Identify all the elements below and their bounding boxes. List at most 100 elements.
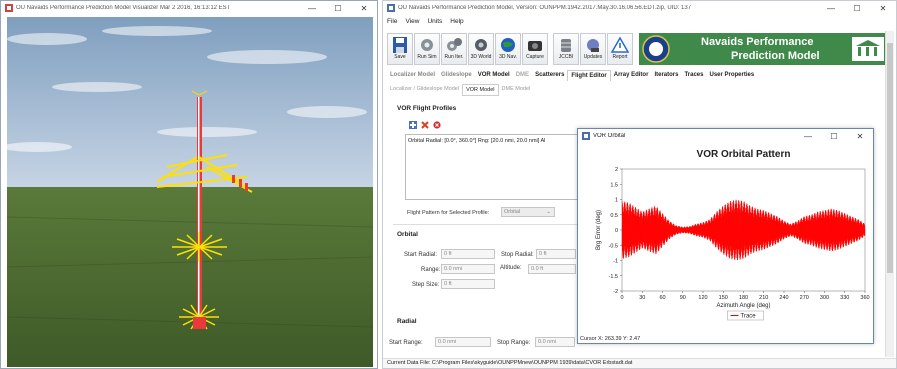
close-button[interactable]: ✕ <box>847 132 873 141</box>
menu-view[interactable]: View <box>401 18 423 28</box>
gear-icon <box>421 39 433 51</box>
pattern-label: Flight Pattern for Selected Profile: <box>407 210 490 216</box>
main-titlebar: OU Navaids Performance Prediction Model,… <box>383 1 896 15</box>
start-radial-field[interactable]: 0 ft <box>441 249 495 259</box>
subtab-localizer-glideslope[interactable]: Localizer / Glideslope Model <box>387 84 462 96</box>
updates-button[interactable]: Updates <box>580 33 606 65</box>
divider <box>393 224 593 225</box>
y-axis-label: Brg Error (deg) <box>596 210 602 250</box>
warning-triangle-icon <box>610 36 630 53</box>
range-label: Range: <box>421 267 441 273</box>
step-size-field[interactable]: 0 ft <box>441 279 495 289</box>
visualizer-titlebar: OU Navaids Performance Prediction Model … <box>1 1 377 15</box>
x-tick-label: 210 <box>759 295 768 301</box>
minimize-button[interactable]: — <box>795 132 821 141</box>
3d-scene[interactable] <box>7 17 373 367</box>
vor-orbital-chart[interactable]: VOR Orbital Pattern 2 1.5 1 0.5 0 -0.5 -1 -1.5 -2… <box>578 143 873 333</box>
start-range-field[interactable]: 0.0 nmi <box>435 337 491 347</box>
clear-profiles-icon[interactable] <box>433 121 441 129</box>
navaids-logo-banner: Navaids Performance Prediction Model <box>639 33 889 65</box>
university-logo-icon <box>852 37 884 61</box>
pattern-select[interactable]: Orbital ⌄ <box>501 207 555 217</box>
stop-radial-field[interactable]: 0 ft <box>536 249 576 259</box>
maximize-button[interactable]: ☐ <box>325 4 351 13</box>
vertical-scrollbar[interactable] <box>885 31 894 357</box>
tab-vor-model[interactable]: VOR Model <box>475 70 513 81</box>
tab-glideslope[interactable]: Glideslope <box>438 70 475 81</box>
orbital-titlebar: VOR Orbital — ☐ ✕ <box>578 129 873 143</box>
x-tick-label: 90 <box>680 295 686 301</box>
sub-tabs: Localizer / Glideslope Model VOR Model D… <box>387 84 533 96</box>
visualizer-window: OU Navaids Performance Prediction Model … <box>0 0 378 369</box>
chart-title: VOR Orbital Pattern <box>697 149 791 160</box>
close-button[interactable]: ✕ <box>870 4 896 13</box>
status-bar: Current Data File: C:\Program Files\skyg… <box>383 358 896 368</box>
x-tick-label: 240 <box>779 295 788 301</box>
maximize-button[interactable]: ☐ <box>821 132 847 141</box>
radial-section-title: Radial <box>397 318 417 325</box>
x-tick-label: 150 <box>719 295 728 301</box>
altitude-field[interactable]: 0.0 ft <box>528 264 576 274</box>
database-icon <box>561 39 571 52</box>
subtab-vor-model[interactable]: VOR Model <box>462 84 499 96</box>
vor-profiles-title: VOR Flight Profiles <box>397 105 457 112</box>
run-iter-button[interactable]: Run Iter. <box>441 33 467 65</box>
y-tick-label: 2 <box>615 167 618 173</box>
menu-help[interactable]: Help <box>446 18 467 28</box>
step-size-label: Step Size: <box>412 282 440 288</box>
3d-nav-button[interactable]: 3D Nav. <box>495 33 521 65</box>
tab-flight-editor[interactable]: Flight Editor <box>567 70 611 81</box>
minimize-button[interactable]: — <box>299 4 325 13</box>
tab-user-properties[interactable]: User Properties <box>706 70 757 81</box>
x-tick-label: 0 <box>620 295 623 301</box>
globe-gear-icon <box>475 39 487 51</box>
tab-localizer-model[interactable]: Localizer Model <box>387 70 438 81</box>
stop-range-label: Stop Range: <box>497 340 531 346</box>
gears-icon <box>447 38 462 51</box>
3d-world-button[interactable]: 3D World <box>468 33 494 65</box>
maximize-button[interactable]: ☐ <box>844 4 870 13</box>
profile-actions <box>409 121 441 129</box>
stop-range-field[interactable]: 0.0 nmi <box>535 337 575 347</box>
tab-iterators[interactable]: Iterators <box>651 70 681 81</box>
vor-orbital-window: VOR Orbital — ☐ ✕ VOR Orbital Pattern 2 1.… <box>577 128 874 344</box>
logo-line-1: Navaids Performance <box>701 36 814 48</box>
orbital-window-title: VOR Orbital <box>593 133 626 139</box>
menu-file[interactable]: File <box>383 18 401 28</box>
start-range-label: Start Range: <box>389 340 423 346</box>
main-title: OU Navaids Performance Prediction Model,… <box>398 5 692 11</box>
y-tick-label: -1.5 <box>609 274 618 280</box>
camera-icon <box>528 41 542 51</box>
x-tick-label: 270 <box>800 295 809 301</box>
close-button[interactable]: ✕ <box>351 4 377 13</box>
x-tick-label: 180 <box>739 295 748 301</box>
x-tick-label: 120 <box>698 295 707 301</box>
tab-array-editor[interactable]: Array Editor <box>611 70 652 81</box>
report-button[interactable]: Report <box>607 33 633 65</box>
y-tick-label: 1 <box>615 198 618 204</box>
capture-button[interactable]: Capture <box>522 33 548 65</box>
add-profile-icon[interactable] <box>409 121 417 129</box>
cursor-readout: Cursor X: 263.39 Y: 2.47 <box>580 336 641 342</box>
subtab-dme-model[interactable]: DME Model <box>499 84 534 96</box>
x-axis-label: Azimuth Angle (deg) <box>716 303 770 309</box>
scrollbar-thumb[interactable] <box>887 43 893 273</box>
tab-dme[interactable]: DME <box>513 70 532 81</box>
range-field[interactable]: 0.0 nmi <box>441 264 495 274</box>
orbital-section-title: Orbital <box>397 231 418 238</box>
tab-traces[interactable]: Traces <box>681 70 706 81</box>
main-tabs: Localizer Model Glideslope VOR Model DME… <box>387 70 757 81</box>
profile-entry[interactable]: Orbital Radial: [0.0°, 360.0°] Rng: [20.… <box>406 135 604 147</box>
y-tick-label: -2 <box>613 289 618 295</box>
menu-units[interactable]: Units <box>423 18 446 28</box>
jccbi-button[interactable]: JCCBI <box>553 33 579 65</box>
x-tick-label: 30 <box>639 295 645 301</box>
profile-list[interactable]: Orbital Radial: [0.0°, 360.0°] Rng: [20.… <box>405 134 605 200</box>
tab-scatterers[interactable]: Scatterers <box>532 70 567 81</box>
legend-label: Trace <box>741 314 757 320</box>
save-button[interactable]: Save <box>387 33 413 65</box>
minimize-button[interactable]: — <box>818 4 844 13</box>
stop-radial-label: Stop Radial: <box>501 252 534 258</box>
run-sim-button[interactable]: Run Sim <box>414 33 440 65</box>
delete-profile-icon[interactable] <box>421 121 429 129</box>
